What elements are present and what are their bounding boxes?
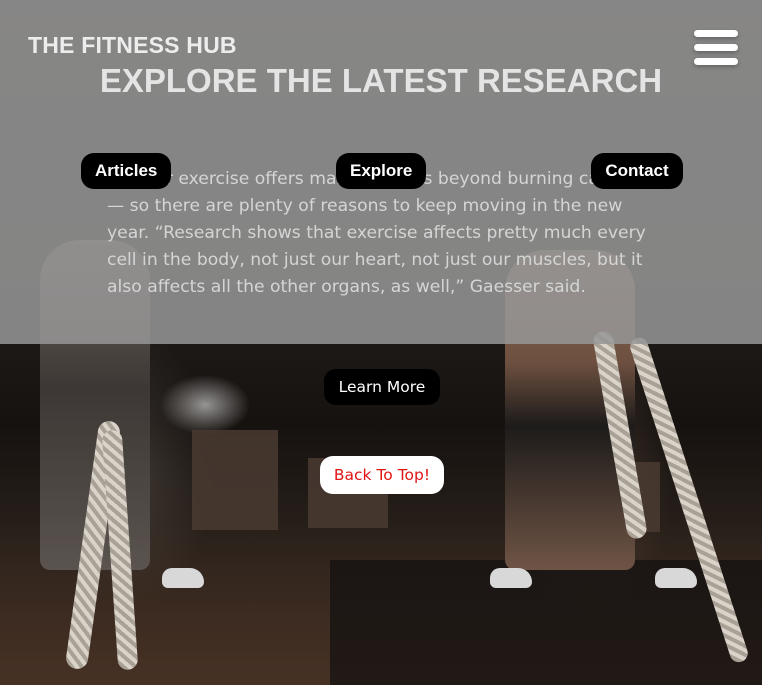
page-title: EXPLORE THE LATEST RESEARCH: [99, 62, 663, 99]
menu-bar: [694, 30, 738, 37]
shoe: [490, 568, 532, 588]
nav-explore-button[interactable]: Explore: [336, 153, 426, 189]
shoe: [655, 568, 697, 588]
shoe: [162, 568, 204, 588]
hero-background: Regular exercise offers many benefits be…: [0, 0, 762, 685]
learn-more-button[interactable]: Learn More: [324, 369, 440, 405]
menu-bar: [694, 44, 738, 51]
hamburger-menu-icon[interactable]: [694, 30, 738, 66]
back-to-top-button[interactable]: Back To Top!: [320, 456, 444, 494]
plyo-box-left: [192, 430, 278, 530]
header-overlay: Regular exercise offers many benefits be…: [0, 0, 762, 344]
nav-contact-button[interactable]: Contact: [591, 153, 683, 189]
site-logo[interactable]: THE FITNESS HUB: [28, 32, 237, 59]
nav-articles-button[interactable]: Articles: [81, 153, 171, 189]
floor-mat: [330, 560, 762, 685]
